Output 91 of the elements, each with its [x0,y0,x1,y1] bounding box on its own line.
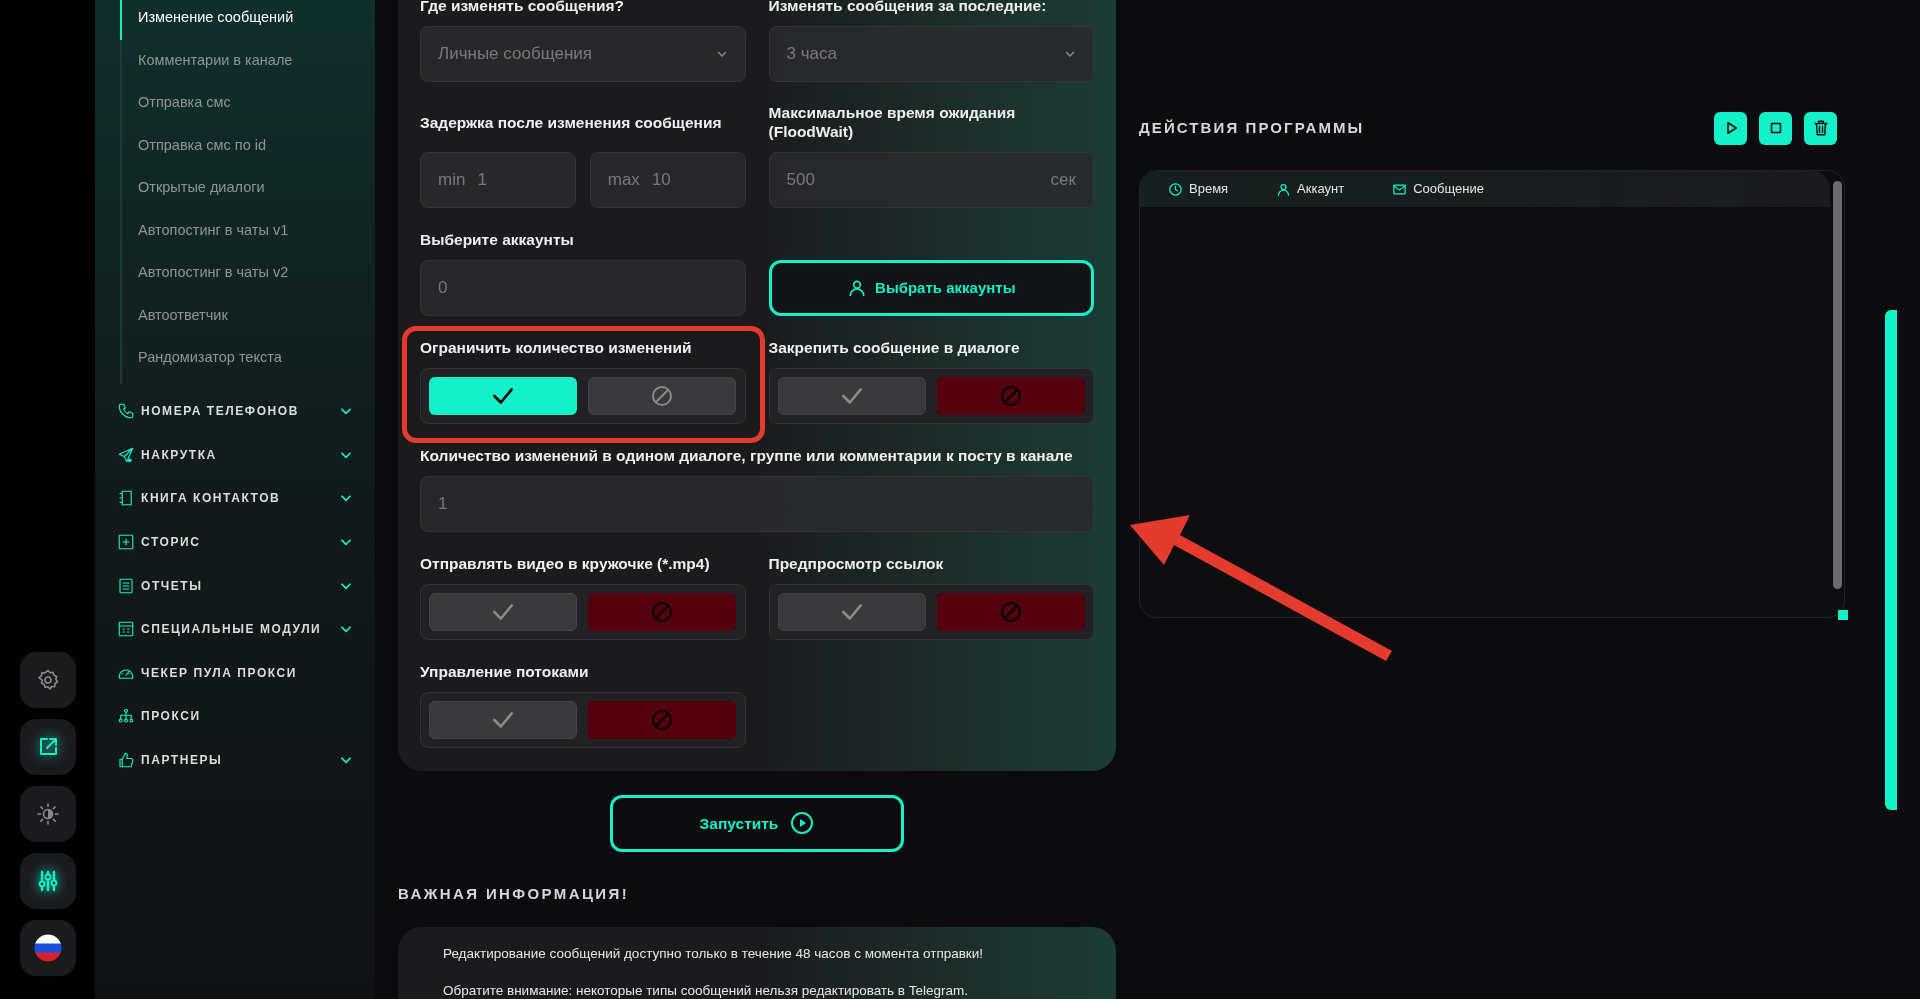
clear-button[interactable] [1804,111,1837,145]
dropdown[interactable]: Личные сообщения [420,26,746,82]
calculator-icon [117,620,135,639]
yes-button[interactable] [777,377,926,415]
section-title: ВАЖНАЯ ИНФОРМАЦИЯ! [398,883,631,904]
header-label: Аккаунт [1297,180,1345,199]
field-value: 1 [477,169,487,192]
toggle-switch[interactable] [768,368,1094,424]
field-prefix: max [607,169,640,192]
clock-icon [1168,181,1183,197]
no-button[interactable] [936,377,1085,415]
prohibited-icon [650,708,674,732]
document-icon [117,576,135,595]
info-text: Редактирование сообщений доступно только в течение 48 часов с момента отправки! [443,946,985,962]
dropdown[interactable]: 3 часа [768,26,1094,82]
field-label: Предпросмотр ссылок [768,553,944,573]
no-button[interactable] [588,593,736,631]
toggle-switch[interactable] [420,692,746,748]
field-label: Управление потоками [420,661,589,681]
sidebar-section[interactable]: ПРОКСИ [117,707,353,726]
field-value: 500 [786,169,815,192]
sidebar-link[interactable]: Комментарии в канале [120,39,375,82]
stop-button[interactable] [1759,111,1792,145]
prohibited-icon [998,384,1023,408]
field-label: Ограничить количество изменений [420,337,692,357]
sidebar-link[interactable]: Автопостинг в чаты v2 [120,252,375,295]
sidebar-section[interactable]: ОТЧЕТЫ [117,576,339,595]
sidebar-section[interactable]: СТОРИС [117,533,339,552]
sidebar-section[interactable]: НОМЕРА ТЕЛЕФОНОВ [117,402,339,421]
yes-button[interactable] [777,593,926,631]
scrollbar-thumb[interactable] [1885,310,1897,810]
user-icon [1276,181,1292,197]
scrollbar-thumb[interactable] [1833,181,1842,589]
trash-icon [1811,119,1830,137]
unit-label: сек [1050,169,1076,192]
sidebar-link[interactable]: Отправка смс [120,82,375,125]
play-circle-icon [790,811,815,836]
rail-button[interactable] [19,920,76,976]
network-icon [117,707,135,726]
sidebar-link[interactable]: Автопостинг в чаты v1 [120,209,375,252]
sidebar-link[interactable]: Открытые диалоги [120,167,375,210]
field-label: Максимальное время ожидания (FloodWait) [768,103,1017,141]
phone-icon [117,402,135,421]
gear-icon [35,668,60,692]
play-button[interactable] [1714,111,1747,145]
sidebar-link[interactable]: Отправка смс по id [120,124,375,167]
field-value: 10 [651,169,671,192]
rail-button[interactable] [19,853,76,909]
resize-handle[interactable] [1838,610,1848,620]
paper-plane-icon [117,445,135,464]
prohibited-icon [998,600,1023,624]
brightness-icon [35,802,60,826]
sidebar-link[interactable]: Изменение сообщений [120,0,375,40]
panel-title: ДЕЙСТВИЯ ПРОГРАММЫ [1139,117,1365,138]
sidebar-section[interactable]: ЧЕКЕР ПУЛА ПРОКСИ [117,663,353,682]
field-label: Закрепить сообщение в диалоге [768,337,1020,357]
field-label: Выберите аккаунты [420,229,574,249]
mail-icon [1392,181,1408,197]
field-label: Количество изменений в одином диалоге, группе или комментарии к посту в канале [420,445,1073,465]
sidebar-link[interactable]: Автоответчик [120,294,375,337]
sidebar-section[interactable]: СПЕЦИАЛЬНЫЕ МОДУЛИ [117,620,339,639]
notebook-icon [117,489,135,508]
input-field[interactable]: 1 [420,476,1094,532]
thumbs-up-icon [117,751,135,770]
input-field[interactable]: 0 [420,260,746,316]
sidebar-section[interactable]: ПАРТНЕРЫ [117,751,339,770]
input-field[interactable]: max 10 [589,152,746,208]
sidebar-link[interactable]: Рандомизатор текста [120,337,375,380]
no-button[interactable] [936,593,1085,631]
info-text: Обратите внимание: некоторые типы сообщений нельзя редактировать в Telegram. [443,983,970,999]
yes-button[interactable] [429,701,577,739]
russian-flag-icon [33,934,62,962]
no-button[interactable] [588,701,736,739]
rail-button[interactable] [19,719,76,775]
prohibited-icon [650,600,674,624]
input-field[interactable]: 500 сек [768,152,1094,208]
sidebar-section[interactable]: КНИГА КОНТАКТОВ [117,489,339,508]
toggle-switch[interactable] [768,584,1094,640]
header-label: Сообщение [1413,180,1484,199]
header-label: Время [1189,180,1229,199]
input-field[interactable]: min 1 [420,152,576,208]
toggle-switch[interactable] [420,584,746,640]
field-prefix: min [438,169,466,192]
plus-square-icon [117,533,135,552]
launch-button[interactable]: Запустить [610,795,904,852]
prohibited-icon [650,384,674,408]
sidebar-section[interactable]: НАКРУТКА [117,445,339,464]
yes-button[interactable] [429,593,577,631]
select-accounts-button[interactable]: Выбрать аккаунты [768,260,1094,316]
field-label: Отправлять видео в кружочке (*.mp4) [420,553,710,573]
field-label: Задержка после изменения сообщения [420,112,722,132]
